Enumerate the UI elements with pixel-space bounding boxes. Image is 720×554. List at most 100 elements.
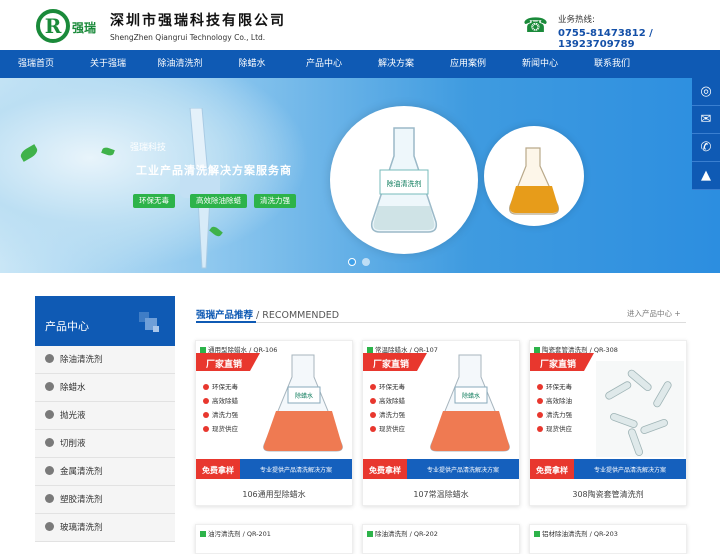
section-title-cn: 强瑞产品推荐 bbox=[196, 310, 254, 321]
product-card[interactable]: 铝材除油清洗剂 / QR-203 bbox=[529, 524, 687, 554]
company-name-cn: 深圳市强瑞科技有限公司 bbox=[110, 13, 286, 29]
product-tag: 除油清洗剂 / QR-202 bbox=[367, 528, 438, 538]
company-name-block: 深圳市强瑞科技有限公司 ShengZhen Qiangrui Technolog… bbox=[110, 10, 286, 42]
feature-text: 现货供应 bbox=[379, 424, 406, 433]
section-title-en: / RECOMMENDED bbox=[253, 310, 340, 321]
phone-icon[interactable]: ✆ bbox=[692, 134, 720, 162]
nav-solutions[interactable]: 解决方案 bbox=[360, 50, 432, 78]
sidebar-item[interactable]: 除蜡水 bbox=[35, 374, 175, 402]
flask-label: 除油清洗剂 bbox=[387, 179, 422, 188]
feature-text: 现货供应 bbox=[212, 424, 239, 433]
product-image: 厂家直销 环保无毒 高效除油 清洗力强 现货供应 免费拿样 专业提供产品清洗解决… bbox=[530, 353, 686, 479]
nav-news[interactable]: 新闻中心 bbox=[504, 50, 576, 78]
telephone-icon: ☎ bbox=[523, 13, 548, 37]
feature-text: 高效除蜡 bbox=[379, 396, 406, 405]
qq-icon[interactable]: ◎ bbox=[692, 78, 720, 106]
service-text: 专业提供产品清洗解决方案 bbox=[594, 466, 666, 474]
product-name[interactable]: 107常温除蜡水 bbox=[363, 489, 519, 500]
sidebar-item-label: 玻璃清洗剂 bbox=[60, 523, 103, 533]
product-card[interactable]: 陶瓷套管清洗剂 / QR-308 厂家直销 环保无毒 高效除油 清洗力强 现货供… bbox=[529, 340, 687, 506]
section-divider bbox=[196, 322, 686, 323]
feature-text: 高效除油 bbox=[546, 396, 572, 405]
flask-label: 除蜡水 bbox=[462, 392, 480, 400]
bullet-icon bbox=[45, 382, 54, 391]
banner-brand: 强瑞科技 bbox=[130, 143, 167, 153]
bullet-icon bbox=[45, 438, 54, 447]
product-tag: 油污清洗剂 / QR-201 bbox=[200, 528, 271, 538]
nav-home[interactable]: 强瑞首页 bbox=[0, 50, 72, 78]
sidebar-deco-icon bbox=[139, 312, 161, 334]
product-image: 厂家直销 环保无毒 高效除蜡 清洗力强 现货供应 除蜡水 免费拿样 专业提供产品… bbox=[363, 353, 519, 479]
feature-text: 环保无毒 bbox=[212, 382, 239, 391]
logo-mark: R bbox=[36, 9, 70, 43]
nav-about[interactable]: 关于强瑞 bbox=[72, 50, 144, 78]
nav-products[interactable]: 产品中心 bbox=[288, 50, 360, 78]
feature-text: 清洗力强 bbox=[212, 410, 239, 419]
pipette-image bbox=[180, 108, 220, 269]
product-card[interactable]: 除油清洗剂 / QR-202 bbox=[362, 524, 520, 554]
sidebar-header: 产品中心 bbox=[35, 296, 175, 346]
back-to-top-icon[interactable]: ▲ bbox=[692, 162, 720, 190]
product-card[interactable]: 油污清洗剂 / QR-201 bbox=[195, 524, 353, 554]
banner-tag: 环保无毒 bbox=[133, 194, 175, 208]
banner-tag: 清洗力强 bbox=[254, 194, 296, 208]
bullet-icon bbox=[45, 466, 54, 475]
feature-text: 环保无毒 bbox=[546, 382, 573, 391]
product-name[interactable]: 308陶瓷套管清洗剂 bbox=[530, 489, 686, 500]
slider-dot[interactable] bbox=[362, 258, 370, 266]
floating-contact-bar: ◎ ✉ ✆ ▲ bbox=[692, 78, 720, 190]
sidebar-item[interactable]: 切削液 bbox=[35, 430, 175, 458]
feature-text: 高效除蜡 bbox=[212, 396, 239, 405]
nav-dewax[interactable]: 除蜡水 bbox=[216, 50, 288, 78]
card-banner-text: 厂家直销 bbox=[206, 358, 242, 370]
hotline: 业务热线: 0755-81473812 / 13923709789 bbox=[558, 13, 720, 50]
product-image: 厂家直销 环保无毒 高效除蜡 清洗力强 现货供应 除蜡水 免费拿样 专业提供产品… bbox=[196, 353, 352, 479]
free-sample-text: 免费拿样 bbox=[536, 465, 568, 475]
sidebar-item[interactable]: 金属清洗剂 bbox=[35, 458, 175, 486]
banner-slogan: 工业产品清洗解决方案服务商 bbox=[136, 164, 292, 177]
section-divider-accent bbox=[196, 321, 256, 323]
sidebar-item-label: 金属清洗剂 bbox=[60, 467, 103, 477]
sidebar-item-label: 塑胶清洗剂 bbox=[60, 495, 103, 505]
sidebar-title: 产品中心 bbox=[45, 320, 89, 333]
feature-text: 环保无毒 bbox=[379, 382, 406, 391]
product-tag: 铝材除油清洗剂 / QR-203 bbox=[534, 528, 618, 538]
flask-clear-image: 除油清洗剂 bbox=[370, 127, 438, 233]
sidebar-item-label: 除蜡水 bbox=[60, 383, 86, 393]
sidebar-item[interactable]: 塑胶清洗剂 bbox=[35, 486, 175, 514]
nav-degreaser[interactable]: 除油清洗剂 bbox=[144, 50, 216, 78]
sidebar-item-label: 抛光液 bbox=[60, 411, 86, 421]
nav-contact[interactable]: 联系我们 bbox=[576, 50, 648, 78]
more-products-link[interactable]: 进入产品中心 + bbox=[627, 308, 681, 319]
slider-dots bbox=[348, 258, 370, 266]
product-card[interactable]: 通用型除蜡水 / QR-106 厂家直销 环保无毒 高效除蜡 清洗力强 现货供应… bbox=[195, 340, 353, 506]
sidebar-item[interactable]: 除油清洗剂 bbox=[35, 346, 175, 374]
hotline-number: 0755-81473812 / 13923709789 bbox=[558, 28, 653, 50]
wechat-icon[interactable]: ✉ bbox=[692, 106, 720, 134]
flask-label: 除蜡水 bbox=[295, 392, 313, 400]
bullet-icon bbox=[45, 410, 54, 419]
product-name[interactable]: 106通用型除蜡水 bbox=[196, 489, 352, 500]
service-text: 专业提供产品清洗解决方案 bbox=[427, 466, 499, 474]
hero-banner[interactable]: 强瑞科技 工业产品清洗解决方案服务商 环保无毒 高效除油除蜡 清洗力强 除油清洗… bbox=[0, 78, 720, 273]
sidebar-item-label: 切削液 bbox=[60, 439, 86, 449]
company-name-en: ShengZhen Qiangrui Technology Co., Ltd. bbox=[110, 33, 266, 42]
free-sample-text: 免费拿样 bbox=[369, 465, 401, 475]
logo-text: 强瑞 bbox=[72, 21, 97, 35]
sidebar-item[interactable]: 玻璃清洗剂 bbox=[35, 514, 175, 542]
logo[interactable]: R 强瑞 bbox=[36, 9, 108, 43]
main-nav: 强瑞首页 关于强瑞 除油清洗剂 除蜡水 产品中心 解决方案 应用案例 新闻中心 … bbox=[0, 50, 720, 78]
sidebar-item[interactable]: 抛光液 bbox=[35, 402, 175, 430]
nav-cases[interactable]: 应用案例 bbox=[432, 50, 504, 78]
slider-dot[interactable] bbox=[348, 258, 356, 266]
site-header: R 强瑞 深圳市强瑞科技有限公司 ShengZhen Qiangrui Tech… bbox=[0, 0, 720, 50]
section-title: 强瑞产品推荐 / RECOMMENDED bbox=[196, 307, 339, 321]
bullet-icon bbox=[45, 522, 54, 531]
product-card[interactable]: 常温除蜡水 / QR-107 厂家直销 环保无毒 高效除蜡 清洗力强 现货供应 … bbox=[362, 340, 520, 506]
card-banner-text: 厂家直销 bbox=[373, 358, 409, 370]
service-text: 专业提供产品清洗解决方案 bbox=[260, 466, 332, 474]
free-sample-text: 免费拿样 bbox=[202, 465, 234, 475]
sidebar-item-label: 除油清洗剂 bbox=[60, 355, 103, 365]
product-sidebar: 产品中心 除油清洗剂 除蜡水 抛光液 切削液 金属清洗剂 塑胶清洗剂 玻璃清洗剂 bbox=[35, 296, 175, 542]
bullet-icon bbox=[45, 354, 54, 363]
